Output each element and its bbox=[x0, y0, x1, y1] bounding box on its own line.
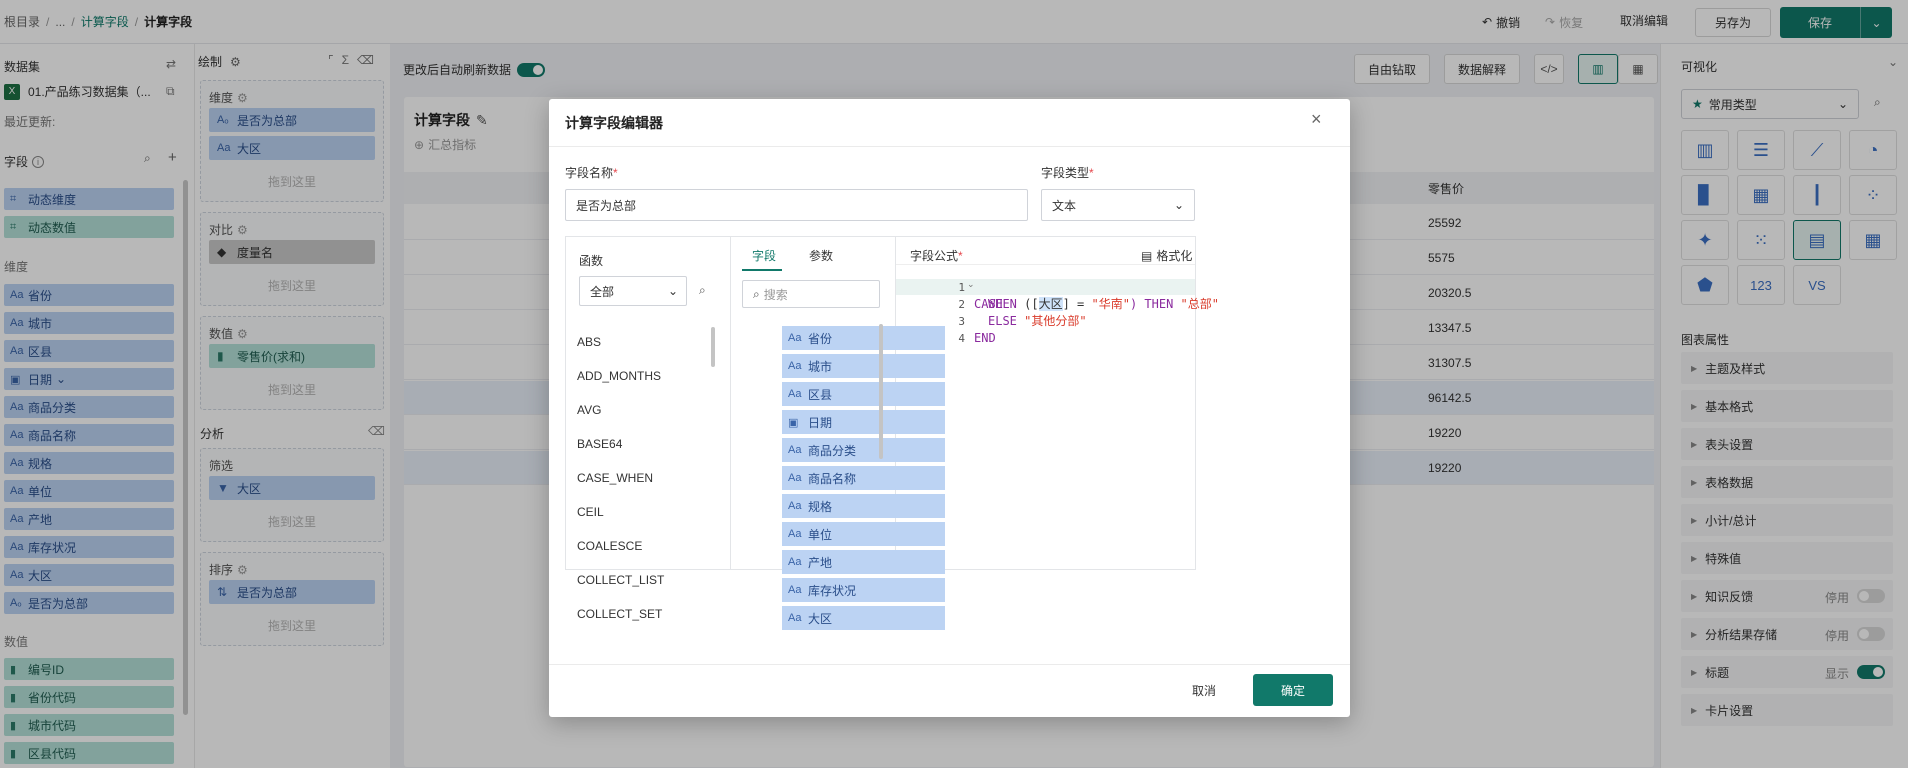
code-string: "总部" bbox=[1180, 297, 1219, 311]
function-category-select[interactable]: 全部 ⌄ bbox=[579, 276, 687, 306]
field-name-input[interactable]: 是否为总部 bbox=[565, 189, 1028, 221]
code-punct: ] = bbox=[1062, 297, 1092, 311]
field-label: 单位 bbox=[808, 527, 833, 542]
function-item[interactable]: AVG bbox=[577, 403, 601, 417]
active-line-highlight bbox=[896, 279, 1195, 295]
code-keyword: ELSE bbox=[988, 314, 1025, 328]
format-doc-icon: ▤ bbox=[1141, 248, 1153, 263]
field-list-item[interactable]: Aa 省份 bbox=[782, 326, 945, 350]
function-item[interactable]: CEIL bbox=[577, 505, 604, 519]
text-field-icon: Aa bbox=[788, 332, 802, 344]
calc-field-editor-dialog: 计算字段编辑器 × 字段名称 * 是否为总部 字段类型 * 文本 ⌄ 函数 全部 ⌄… bbox=[549, 99, 1350, 717]
tab-params[interactable]: 参数 bbox=[809, 247, 833, 264]
text-field-icon: Aa bbox=[788, 360, 802, 372]
divider bbox=[730, 236, 731, 570]
code-field-ref: 大区 bbox=[1038, 297, 1063, 311]
field-list-item[interactable]: Aa 商品名称 bbox=[782, 466, 945, 490]
text-field-icon: Aa bbox=[788, 584, 802, 596]
field-list-item[interactable]: Aa 单位 bbox=[782, 522, 945, 546]
field-label: 区县 bbox=[808, 387, 833, 402]
format-button[interactable]: ▤ 格式化 bbox=[1141, 247, 1192, 264]
search-icon: ⌕ bbox=[753, 286, 760, 301]
chevron-down-icon: ⌄ bbox=[667, 284, 678, 298]
field-list-item[interactable]: Aa 城市 bbox=[782, 354, 945, 378]
name-label: 字段名称 * bbox=[565, 165, 618, 181]
chevron-down-icon: ⌄ bbox=[1173, 198, 1184, 212]
code-punct: ([ bbox=[1024, 297, 1039, 311]
calendar-icon: ▣ bbox=[788, 416, 799, 429]
divider bbox=[896, 264, 1195, 265]
search-placeholder: 搜索 bbox=[763, 287, 788, 302]
field-scrollbar[interactable] bbox=[879, 324, 883, 459]
text-field-icon: Aa bbox=[788, 500, 802, 512]
line-number: 3 bbox=[958, 315, 965, 328]
field-label: 日期 bbox=[808, 415, 833, 430]
code-line: WHEN ([大区] = "华南") THEN "总部" bbox=[988, 296, 1219, 313]
code-string: "其他分部" bbox=[1024, 314, 1087, 328]
dialog-title: 计算字段编辑器 bbox=[565, 115, 663, 131]
function-item[interactable]: COALESCE bbox=[577, 539, 642, 553]
text-field-icon: Aa bbox=[788, 556, 802, 568]
type-label-text: 字段类型 bbox=[1041, 166, 1090, 180]
field-label: 商品分类 bbox=[808, 443, 857, 458]
code-line: END bbox=[974, 330, 996, 347]
ok-button[interactable]: 确定 bbox=[1253, 674, 1333, 706]
search-icon[interactable]: ⌕ bbox=[699, 283, 706, 298]
text-field-icon: Aa bbox=[788, 444, 802, 456]
field-list-item[interactable]: ▣ 日期 bbox=[782, 410, 945, 434]
line-number: 1 bbox=[958, 281, 965, 294]
field-search-input[interactable]: ⌕ 搜索 bbox=[742, 280, 880, 308]
function-item[interactable]: ABS bbox=[577, 335, 601, 349]
field-label: 商品名称 bbox=[808, 471, 857, 486]
field-list-item[interactable]: Aa 库存状况 bbox=[782, 578, 945, 602]
code-line: ELSE "其他分部" bbox=[988, 313, 1087, 330]
function-item[interactable]: CASE_WHEN bbox=[577, 471, 653, 485]
code-keyword: ) THEN bbox=[1129, 297, 1181, 311]
field-list-item[interactable]: Aa 产地 bbox=[782, 550, 945, 574]
text-field-icon: Aa bbox=[788, 388, 802, 400]
close-icon[interactable]: × bbox=[1311, 109, 1322, 130]
field-label: 城市 bbox=[808, 359, 833, 374]
function-item[interactable]: BASE64 bbox=[577, 437, 622, 451]
function-category-value: 全部 bbox=[590, 284, 615, 299]
function-item[interactable]: COLLECT_SET bbox=[577, 607, 662, 621]
format-label: 格式化 bbox=[1156, 249, 1193, 263]
field-label: 大区 bbox=[808, 611, 833, 626]
field-label: 规格 bbox=[808, 499, 833, 514]
code-keyword: END bbox=[974, 331, 996, 345]
name-label-text: 字段名称 bbox=[565, 166, 614, 180]
formula-title: 字段公式 * bbox=[910, 248, 963, 264]
function-scrollbar[interactable] bbox=[711, 327, 715, 367]
cancel-button[interactable]: 取消 bbox=[1179, 674, 1229, 706]
text-field-icon: Aa bbox=[788, 612, 802, 624]
divider bbox=[549, 146, 1350, 147]
divider bbox=[549, 664, 1350, 665]
field-list-item[interactable]: Aa 规格 bbox=[782, 494, 945, 518]
function-item[interactable]: COLLECT_LIST bbox=[577, 573, 664, 587]
field-type-select[interactable]: 文本 ⌄ bbox=[1041, 189, 1195, 221]
code-string: "华南" bbox=[1091, 297, 1130, 311]
function-title: 函数 bbox=[579, 254, 604, 268]
line-number: 2 bbox=[958, 298, 965, 311]
field-type-value: 文本 bbox=[1052, 198, 1077, 213]
tab-active-indicator bbox=[742, 269, 782, 271]
text-field-icon: Aa bbox=[788, 528, 802, 540]
type-label: 字段类型 * bbox=[1041, 165, 1094, 181]
tab-fields[interactable]: 字段 bbox=[752, 247, 776, 264]
field-list-item[interactable]: Aa 区县 bbox=[782, 382, 945, 406]
code-keyword: WHEN bbox=[988, 297, 1017, 311]
text-field-icon: Aa bbox=[788, 472, 802, 484]
field-label: 省份 bbox=[808, 331, 833, 346]
field-list-item[interactable]: Aa 商品分类 bbox=[782, 438, 945, 462]
formula-title-label: 字段公式 bbox=[910, 249, 959, 263]
field-list-item[interactable]: Aa 大区 bbox=[782, 606, 945, 630]
field-label: 库存状况 bbox=[808, 583, 857, 598]
field-label: 产地 bbox=[808, 555, 833, 570]
line-number: 4 bbox=[958, 332, 965, 345]
function-item[interactable]: ADD_MONTHS bbox=[577, 369, 661, 383]
